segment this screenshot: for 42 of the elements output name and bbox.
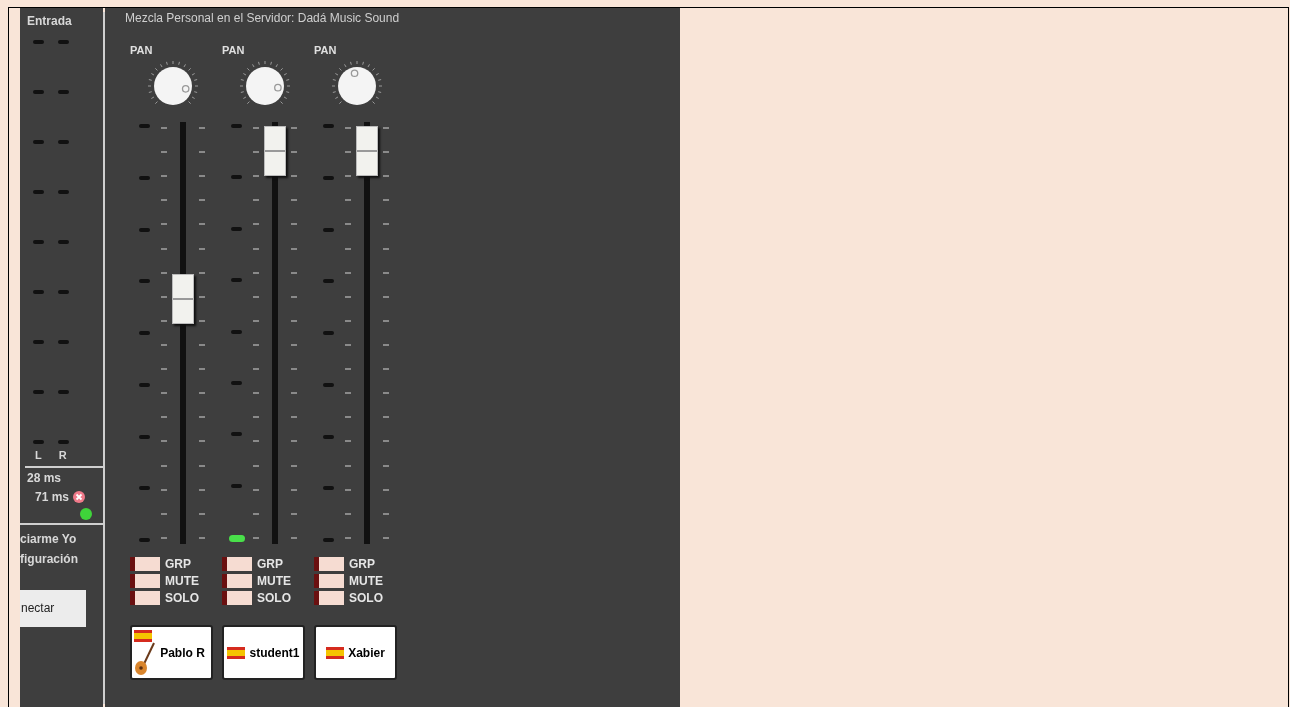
toggle-label: SOLO — [257, 591, 291, 605]
pan-label: PAN — [222, 43, 246, 56]
flag-icon — [227, 646, 246, 659]
mixer-title: Mezcla Personal en el Servidor: Dadá Music Sound — [125, 10, 401, 27]
toggle-label: MUTE — [257, 574, 291, 588]
toggle-label: MUTE — [349, 574, 383, 588]
fader-handle[interactable] — [172, 274, 194, 325]
meter-label: Entrada — [26, 13, 73, 30]
channel-name-card[interactable]: student1 — [222, 625, 305, 680]
flag-icon — [326, 646, 345, 659]
toggle-label: GRP — [165, 557, 191, 571]
toggle-label: SOLO — [165, 591, 199, 605]
toggle-switch[interactable] — [130, 591, 160, 605]
toggle-switch[interactable] — [314, 591, 344, 605]
toggle-label: GRP — [349, 557, 375, 571]
pan-label: PAN — [130, 43, 154, 56]
toggle-switch[interactable] — [130, 557, 160, 571]
toggle-switch[interactable] — [222, 591, 252, 605]
flag-icon — [134, 629, 153, 642]
toggle-switch[interactable] — [314, 574, 344, 588]
latency-text: 28 ms — [26, 469, 63, 487]
fader-handle[interactable] — [356, 126, 378, 176]
latency-text: 71 ms — [35, 488, 70, 506]
error-icon — [73, 490, 86, 503]
toggle-label: GRP — [257, 557, 283, 571]
toggle-label: SOLO — [349, 591, 383, 605]
toggle-switch[interactable] — [222, 574, 252, 588]
channel-name-card[interactable]: Pablo R — [130, 625, 213, 680]
fader-handle[interactable] — [264, 126, 286, 176]
settings-text: figuración — [20, 550, 79, 568]
toggle-label: MUTE — [165, 574, 199, 588]
channel-name-card[interactable]: Xabier — [314, 625, 397, 680]
toggle-switch[interactable] — [222, 557, 252, 571]
status-led-icon — [80, 507, 92, 520]
toggle-switch[interactable] — [130, 574, 160, 588]
channel-label: L — [35, 448, 42, 463]
pan-label: PAN — [314, 43, 338, 56]
connect-button[interactable]: nectar — [20, 589, 86, 627]
toggle-switch[interactable] — [314, 557, 344, 571]
guitar-icon — [134, 641, 157, 676]
channel-label: R — [58, 448, 67, 463]
settings-text: ciarme Yo — [20, 530, 78, 548]
